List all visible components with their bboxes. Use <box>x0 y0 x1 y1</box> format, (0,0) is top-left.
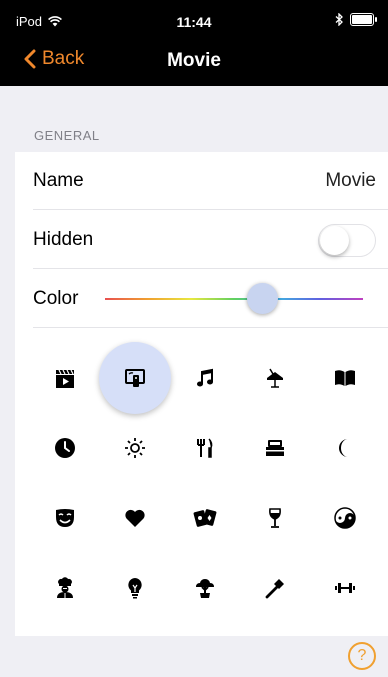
icon-cell-music[interactable] <box>175 348 235 408</box>
clapperboard-icon <box>56 369 74 388</box>
icon-cell-fork-knife[interactable] <box>175 418 235 478</box>
icon-cell-clock[interactable] <box>35 418 95 478</box>
icon-cell-dumbbell[interactable] <box>315 558 375 618</box>
name-label: Name <box>33 170 84 191</box>
color-label: Color <box>33 288 79 309</box>
hidden-label: Hidden <box>33 229 94 250</box>
nav-bar: Back Movie <box>0 38 388 86</box>
page-title: Movie <box>167 50 221 71</box>
tree-icon <box>196 579 214 598</box>
status-right <box>335 13 377 26</box>
remote-icon <box>125 369 145 387</box>
heart-icon <box>125 509 145 527</box>
settings-panel: Name Movie Hidden Color <box>15 152 388 636</box>
bluetooth-icon <box>335 13 343 26</box>
icon-cell-yin-yang[interactable] <box>315 488 375 548</box>
hidden-row: Hidden <box>15 211 388 269</box>
battery-icon <box>350 13 377 26</box>
icon-cell-book[interactable] <box>315 348 375 408</box>
icon-cell-chef[interactable] <box>35 558 95 618</box>
color-slider-thumb[interactable] <box>246 283 278 314</box>
icon-cell-lightbulb[interactable] <box>105 558 165 618</box>
icon-cell-remote[interactable] <box>99 342 171 414</box>
icon-cell-bed[interactable] <box>245 418 305 478</box>
icon-cell-wine[interactable] <box>245 488 305 548</box>
fork-knife-icon <box>197 438 213 458</box>
music-note-icon <box>197 368 213 387</box>
icon-cell-lamp[interactable] <box>245 348 305 408</box>
wine-glass-icon <box>269 508 281 528</box>
color-row: Color <box>15 270 388 328</box>
status-time: 11:44 <box>176 14 212 30</box>
lightbulb-icon <box>128 578 142 599</box>
book-icon <box>335 370 355 386</box>
icon-cell-cards[interactable] <box>175 488 235 548</box>
hammer-icon <box>265 579 284 599</box>
name-row[interactable]: Name Movie <box>15 152 388 210</box>
name-value[interactable]: Movie <box>325 170 376 192</box>
color-slider-track[interactable] <box>105 298 363 300</box>
clock-icon <box>55 438 75 458</box>
cards-icon <box>193 509 217 527</box>
moon-icon <box>338 439 348 457</box>
bed-icon <box>266 440 284 456</box>
icon-cell-heart[interactable] <box>105 488 165 548</box>
mask-icon <box>56 509 74 527</box>
hidden-toggle[interactable] <box>318 224 376 257</box>
icon-cell-tree[interactable] <box>175 558 235 618</box>
icon-cell-moon[interactable] <box>315 418 375 478</box>
status-bar: iPod 11:44 <box>0 0 388 38</box>
sun-icon <box>125 438 145 458</box>
yin-yang-icon <box>334 507 356 529</box>
help-button[interactable]: ? <box>348 642 376 670</box>
icon-cell-clapperboard[interactable] <box>35 348 95 408</box>
lamp-icon <box>267 368 283 388</box>
icon-cell-hammer[interactable] <box>245 558 305 618</box>
dumbbell-icon <box>335 583 355 593</box>
toggle-knob <box>320 226 349 255</box>
section-header-general: GENERAL <box>34 128 100 143</box>
chef-icon <box>57 577 73 598</box>
icon-cell-sun[interactable] <box>105 418 165 478</box>
icon-cell-mask[interactable] <box>35 488 95 548</box>
